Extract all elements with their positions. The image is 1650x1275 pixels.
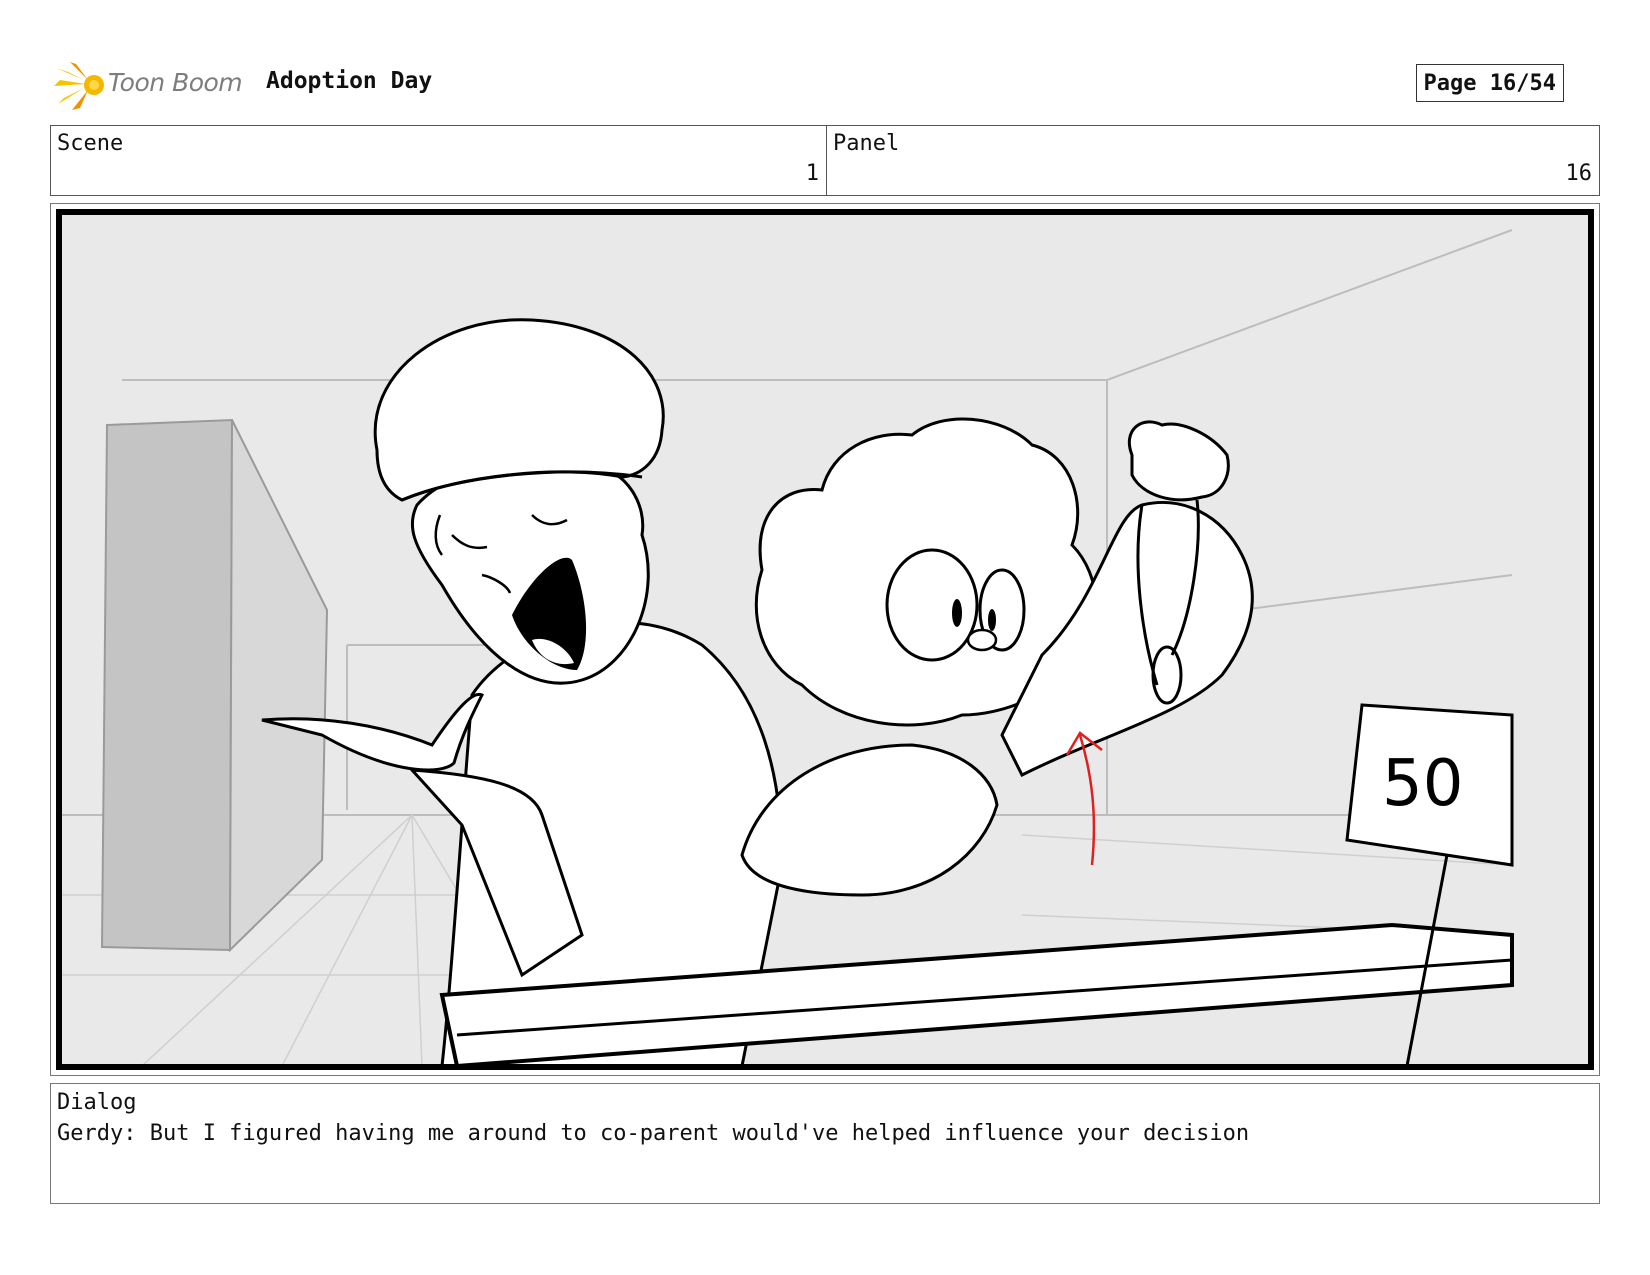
panel-cell: Panel 16	[827, 126, 1599, 195]
page-header: Toon Boom Adoption Day Page 16/54	[54, 56, 1604, 110]
scene-number: 1	[805, 161, 819, 186]
scene-cell: Scene 1	[51, 126, 827, 195]
dialog-label: Dialog	[57, 1090, 137, 1115]
storyboard-frame: 50	[50, 203, 1600, 1076]
scene-panel-row: Scene 1 Panel 16	[50, 125, 1600, 196]
toon-boom-logo: Toon Boom	[54, 60, 254, 110]
burst-icon	[54, 62, 104, 110]
panel-label: Panel	[833, 131, 900, 156]
project-title: Adoption Day	[266, 68, 433, 94]
sketch-drawing: 50	[62, 229, 1514, 1064]
dialog-text: Gerdy: But I figured having me around to…	[57, 1121, 1250, 1146]
scene-label: Scene	[57, 131, 124, 156]
dialog-box: Dialog Gerdy: But I figured having me ar…	[50, 1083, 1600, 1204]
logo-wordmark: Toon Boom	[108, 68, 243, 97]
storyboard-panel-artwork: 50	[56, 209, 1594, 1070]
page-indicator: Page 16/54	[1415, 64, 1564, 102]
price-sign-text: 50	[1382, 747, 1463, 821]
panel-number: 16	[1565, 161, 1593, 186]
